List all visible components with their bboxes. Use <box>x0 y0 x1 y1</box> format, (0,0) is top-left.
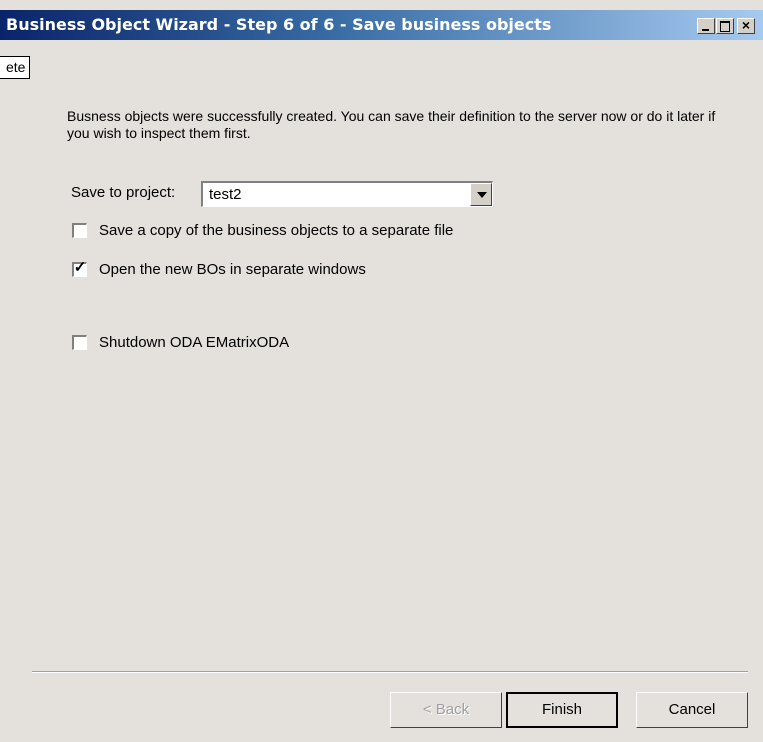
title-bar[interactable]: Business Object Wizard - Step 6 of 6 - S… <box>0 10 763 40</box>
save-to-project-label: Save to project: <box>71 184 176 201</box>
open-new-bos-checkbox[interactable]: ✓ <box>72 259 87 277</box>
project-combobox-value: test2 <box>209 186 242 203</box>
project-combobox[interactable]: test2 <box>201 181 493 207</box>
maximize-icon[interactable] <box>716 18 734 34</box>
window-title: Business Object Wizard - Step 6 of 6 - S… <box>6 15 552 34</box>
minimize-icon[interactable] <box>697 18 715 34</box>
open-new-bos-label[interactable]: Open the new BOs in separate windows <box>99 261 366 279</box>
tooltip: ete <box>0 56 31 79</box>
back-button[interactable]: < Back <box>390 692 502 728</box>
button-separator <box>32 671 748 673</box>
cancel-button[interactable]: Cancel <box>636 692 748 728</box>
wizard-window: Business Object Wizard - Step 6 of 6 - S… <box>0 0 763 742</box>
close-icon[interactable]: × <box>737 17 755 34</box>
save-copy-label[interactable]: Save a copy of the business objects to a… <box>99 222 453 240</box>
description-text: Busness objects were successfully create… <box>67 108 716 141</box>
save-copy-checkbox[interactable] <box>72 223 87 238</box>
shutdown-oda-label[interactable]: Shutdown ODA EMatrixODA <box>99 334 289 352</box>
finish-button[interactable]: Finish <box>506 692 618 728</box>
shutdown-oda-checkbox[interactable] <box>72 335 87 350</box>
chevron-down-icon[interactable] <box>470 183 492 206</box>
checkmark-icon: ✓ <box>73 259 87 276</box>
